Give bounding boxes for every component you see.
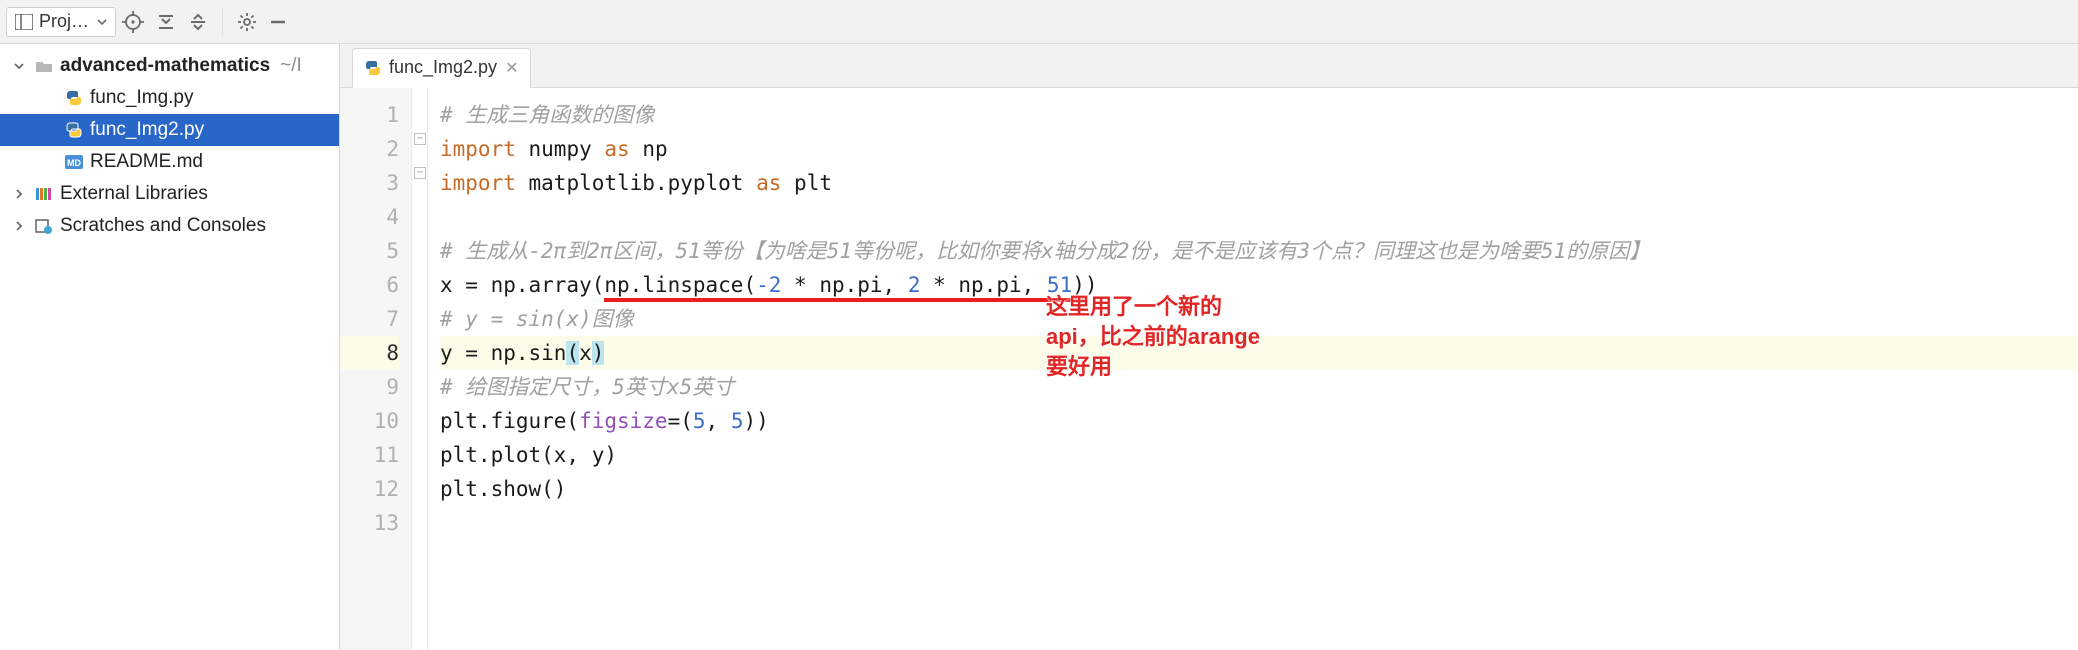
- fold-mark-icon[interactable]: −: [414, 167, 426, 179]
- line-number: 5: [340, 234, 399, 268]
- line-number: 12: [340, 472, 399, 506]
- tree-scratches[interactable]: Scratches and Consoles: [0, 210, 339, 242]
- tab-active[interactable]: func_Img2.py ✕: [352, 48, 531, 88]
- python-file-icon: [64, 122, 84, 138]
- folder-icon: [34, 59, 54, 73]
- gutter: 12345678910111213: [340, 88, 412, 650]
- code-line[interactable]: import numpy as np: [440, 132, 2078, 166]
- tree-external-label: External Libraries: [60, 183, 208, 205]
- annotation-line-1: 这里用了一个新的: [1046, 292, 1260, 322]
- toolbar-divider: [222, 8, 223, 36]
- tree-root-label: advanced-mathematics: [60, 55, 270, 77]
- line-number: 13: [340, 506, 399, 540]
- chevron-right-icon[interactable]: [14, 221, 28, 231]
- line-number: 1: [340, 98, 399, 132]
- project-tool-button[interactable]: Proj…: [6, 7, 116, 37]
- code-editor[interactable]: 12345678910111213 − − # 生成三角函数的图像import …: [340, 88, 2078, 650]
- scratches-icon: [34, 218, 54, 234]
- editor-tabs: func_Img2.py ✕: [340, 44, 2078, 88]
- line-number: 11: [340, 438, 399, 472]
- tree-file-label: func_Img2.py: [90, 119, 204, 141]
- code-line[interactable]: # 生成三角函数的图像: [440, 98, 2078, 132]
- close-icon[interactable]: ✕: [505, 58, 518, 78]
- chevron-right-icon[interactable]: [14, 189, 28, 199]
- project-tree[interactable]: advanced-mathematics ~/I func_Img.pyfunc…: [0, 44, 340, 650]
- line-number: 6: [340, 268, 399, 302]
- tree-external-libraries[interactable]: External Libraries: [0, 178, 339, 210]
- code-line[interactable]: [440, 506, 2078, 540]
- fold-column: − −: [412, 88, 428, 650]
- project-tool-label: Proj…: [39, 11, 89, 32]
- collapse-all-button[interactable]: [182, 7, 214, 37]
- chevron-down-icon: [97, 19, 107, 25]
- code-line[interactable]: # 生成从-2π到2π区间，51等份【为啥是51等份呢，比如你要将x轴分成2份，…: [440, 234, 2078, 268]
- svg-text:MD: MD: [67, 158, 81, 168]
- tree-file-label: func_Img.py: [90, 87, 194, 109]
- code-line[interactable]: plt.show(): [440, 472, 2078, 506]
- hide-panel-button[interactable]: [263, 7, 293, 37]
- code-line[interactable]: plt.plot(x, y): [440, 438, 2078, 472]
- annotation-line-3: 要好用: [1046, 352, 1260, 382]
- code-line[interactable]: import matplotlib.pyplot as plt: [440, 166, 2078, 200]
- annotation-line-2: api，比之前的arange: [1046, 322, 1260, 352]
- tree-file[interactable]: func_Img2.py: [0, 114, 339, 146]
- line-number: 9: [340, 370, 399, 404]
- tree-file-label: README.md: [90, 151, 203, 173]
- fold-mark-icon[interactable]: −: [414, 133, 426, 145]
- line-number: 8: [340, 336, 399, 370]
- markdown-file-icon: MD: [64, 155, 84, 169]
- code-line[interactable]: plt.figure(figsize=(5, 5)): [440, 404, 2078, 438]
- project-toolbar: Proj…: [0, 0, 2078, 44]
- tree-scratches-label: Scratches and Consoles: [60, 215, 266, 237]
- line-number: 7: [340, 302, 399, 336]
- tree-file[interactable]: func_Img.py: [0, 82, 339, 114]
- python-file-icon: [64, 90, 84, 106]
- expand-all-button[interactable]: [150, 7, 182, 37]
- python-file-icon: [365, 60, 381, 76]
- tree-root-path: ~/I: [280, 55, 302, 77]
- locate-file-button[interactable]: [116, 7, 150, 37]
- code-area[interactable]: # 生成三角函数的图像import numpy as npimport matp…: [428, 88, 2078, 650]
- tree-file[interactable]: MD README.md: [0, 146, 339, 178]
- tab-label: func_Img2.py: [389, 57, 497, 78]
- libraries-icon: [34, 186, 54, 202]
- chevron-down-icon[interactable]: [14, 61, 28, 71]
- tree-root[interactable]: advanced-mathematics ~/I: [0, 50, 339, 82]
- line-number: 2: [340, 132, 399, 166]
- settings-button[interactable]: [231, 7, 263, 37]
- line-number: 4: [340, 200, 399, 234]
- line-number: 3: [340, 166, 399, 200]
- code-line[interactable]: [440, 200, 2078, 234]
- annotation-overlay: 这里用了一个新的 api，比之前的arange 要好用: [1046, 292, 1260, 382]
- project-panel-icon: [15, 14, 33, 30]
- line-number: 10: [340, 404, 399, 438]
